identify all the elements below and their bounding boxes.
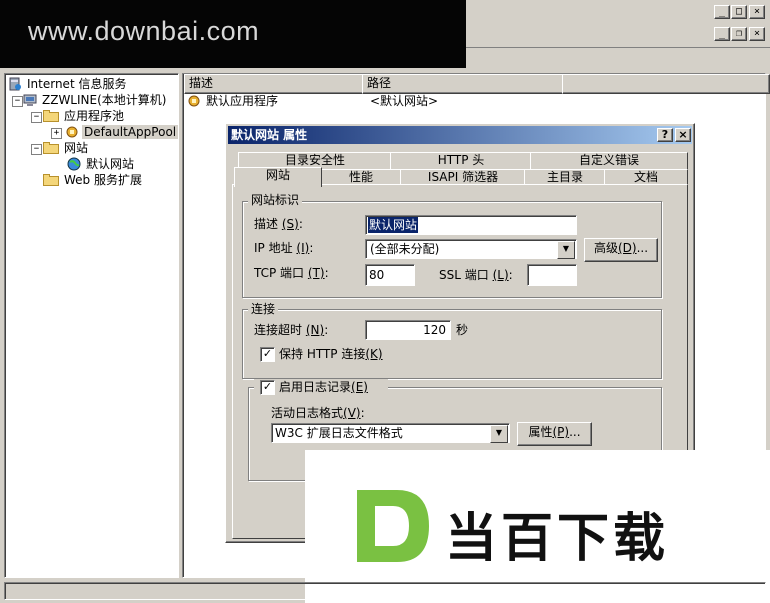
column-header-empty (562, 74, 770, 94)
column-header-desc[interactable]: 描述 (184, 74, 368, 94)
logo-overlay: 当百下载 (305, 450, 770, 603)
group-label: 网站标识 (248, 193, 303, 207)
tree-pane[interactable]: Internet 信息服务 − ZZWLINE(本地计算机) − 应用程序池 +… (4, 73, 179, 578)
watermark-text: www.downbai.com (28, 16, 260, 46)
child-restore-button[interactable]: ❐ (731, 27, 747, 41)
column-header-path[interactable]: 路径 (362, 74, 568, 94)
app-icon (188, 95, 200, 107)
tcp-port-input[interactable]: 80 (365, 264, 415, 286)
group-connection (242, 309, 662, 379)
tcp-port-value: 80 (369, 268, 385, 282)
log-format-value: W3C 扩展日志文件格式 (275, 426, 403, 440)
advanced-button[interactable]: 高级(D)... (584, 238, 658, 262)
log-format-label: 活动日志格式(V): (271, 406, 365, 420)
timeout-input[interactable]: 120 (365, 320, 451, 340)
desc-label: 描述 (S): (254, 217, 303, 231)
child-minimize-button[interactable]: _ (714, 27, 730, 41)
maximize-button[interactable]: □ (731, 5, 747, 19)
folder-icon (43, 110, 59, 122)
tree-item-label: Web 服务扩展 (64, 173, 142, 187)
timeout-label: 连接超时 (N): (254, 323, 329, 337)
group-label: 连接 (248, 302, 279, 316)
status-bar (4, 582, 766, 600)
tab-website[interactable]: 网站 (234, 167, 322, 187)
list-item-desc: 默认应用程序 (206, 94, 279, 108)
computer-icon (23, 94, 37, 106)
downbai-logo-icon (357, 490, 429, 562)
log-format-select[interactable]: W3C 扩展日志文件格式 ▼ (271, 423, 510, 443)
collapse-icon[interactable]: − (31, 112, 42, 123)
tree-item-app-pools[interactable]: 应用程序池 (43, 108, 126, 124)
dropdown-arrow-icon[interactable]: ▼ (557, 241, 575, 259)
keepalive-checkbox[interactable]: ✓ (260, 347, 275, 362)
ip-address-value: (全部未分配) (370, 242, 440, 256)
list-item-path: <默认网站> (370, 94, 439, 108)
expand-icon[interactable]: + (51, 128, 62, 139)
folder-icon (43, 174, 59, 186)
help-button[interactable]: ? (657, 128, 673, 142)
minimize-button[interactable]: _ (714, 5, 730, 19)
dialog-title: 默认网站 属性 (231, 128, 308, 142)
tree-item-web-extensions[interactable]: Web 服务扩展 (43, 172, 144, 188)
tree-item-label: ZZWLINE(本地计算机) (42, 93, 167, 107)
tree-item-label: Internet 信息服务 (27, 77, 127, 91)
dialog-titlebar[interactable]: 默认网站 属性 (228, 126, 692, 144)
timeout-value: 120 (423, 323, 446, 337)
child-close-button[interactable]: × (749, 27, 765, 41)
tree-item-default-app-pool[interactable]: DefaultAppPool (65, 124, 179, 140)
tree-item-default-site[interactable]: 默认网站 (67, 156, 136, 172)
tree-item-label: 网站 (64, 141, 89, 155)
tree-item-label: 默认网站 (86, 157, 135, 171)
list-item[interactable]: 默认应用程序 (187, 93, 280, 109)
collapse-icon[interactable]: − (31, 144, 42, 155)
globe-icon (67, 157, 81, 171)
log-properties-button[interactable]: 属性(P)... (517, 422, 592, 446)
toolbar-divider (466, 47, 770, 48)
timeout-unit: 秒 (456, 323, 469, 337)
description-value: 默认网站 (368, 217, 419, 233)
dropdown-arrow-icon[interactable]: ▼ (490, 425, 508, 443)
ssl-port-label: SSL 端口 (L): (439, 268, 513, 282)
tree-item-label: DefaultAppPool (82, 125, 179, 139)
server-icon (9, 77, 21, 91)
logo-text: 当百下载 (445, 509, 670, 569)
folder-icon (43, 142, 59, 154)
tree-item-computer[interactable]: ZZWLINE(本地计算机) (23, 92, 168, 108)
tree-item-label: 应用程序池 (64, 109, 125, 123)
watermark-banner: www.downbai.com (0, 0, 466, 68)
ip-label: IP 地址 (I): (254, 241, 314, 255)
tcp-port-label: TCP 端口 (T): (254, 266, 329, 280)
enable-logging-label: 启用日志记录(E) (279, 380, 368, 394)
ip-address-select[interactable]: (全部未分配) ▼ (365, 239, 577, 259)
description-input[interactable]: 默认网站 (365, 215, 577, 235)
collapse-icon[interactable]: − (12, 96, 23, 107)
app-pool-icon (66, 126, 78, 138)
tree-item-websites[interactable]: 网站 (43, 140, 90, 156)
enable-logging-checkbox[interactable]: ✓ (260, 380, 275, 395)
dialog-close-button[interactable]: × (675, 128, 691, 142)
close-button[interactable]: × (749, 5, 765, 19)
tree-item-iis[interactable]: Internet 信息服务 (8, 76, 128, 92)
keepalive-label: 保持 HTTP 连接(K) (279, 347, 383, 361)
ssl-port-input[interactable] (527, 264, 577, 286)
